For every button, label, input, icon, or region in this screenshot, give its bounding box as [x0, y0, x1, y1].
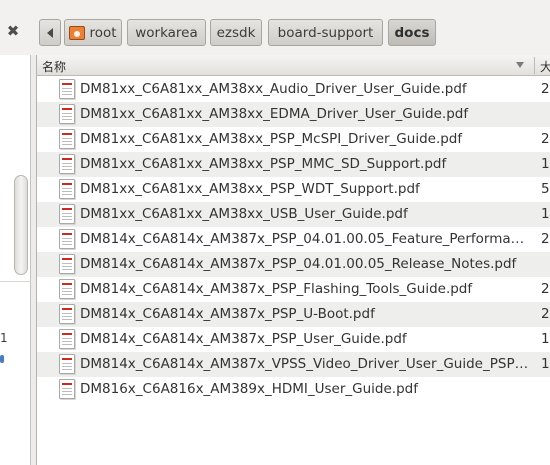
pdf-file-icon: [59, 104, 75, 124]
file-size: 1: [541, 331, 550, 347]
file-name: DM81xx_C6A81xx_AM38xx_USB_User_Guide.pdf: [80, 206, 408, 222]
pdf-file-icon: [59, 229, 75, 249]
file-name: DM81xx_C6A81xx_AM38xx_PSP_McSPI_Driver_G…: [80, 131, 463, 147]
file-row[interactable]: DM81xx_C6A81xx_AM38xx_PSP_MMC_SD_Support…: [37, 152, 550, 177]
breadcrumb-label: root: [89, 24, 117, 41]
file-list: 名称 大 DM81xx_C6A81xx_AM38xx_Audio_Driver_…: [36, 55, 550, 465]
file-row[interactable]: DM81xx_C6A81xx_AM38xx_USB_User_Guide.pdf…: [37, 202, 550, 227]
column-separator[interactable]: [534, 57, 535, 74]
file-size: 2: [541, 231, 550, 247]
pdf-file-icon: [59, 129, 75, 149]
sidebar-partial-text: 1: [0, 331, 8, 345]
file-name: DM814x_C6A814x_AM387x_PSP_Flashing_Tools…: [80, 281, 473, 297]
file-size: 1: [541, 206, 550, 222]
file-rows: DM81xx_C6A81xx_AM38xx_Audio_Driver_User_…: [37, 77, 550, 402]
sidebar-indicator: [0, 355, 4, 363]
file-row[interactable]: DM816x_C6A816x_AM389x_HDMI_User_Guide.pd…: [37, 377, 550, 402]
file-row[interactable]: DM814x_C6A814x_AM387x_PSP_U-Boot.pdf 2: [37, 302, 550, 327]
column-name-header[interactable]: 名称: [42, 58, 66, 75]
pdf-file-icon: [59, 254, 75, 274]
column-size-header[interactable]: 大: [540, 58, 550, 75]
breadcrumb-workarea[interactable]: workarea: [127, 19, 206, 46]
file-name: DM81xx_C6A81xx_AM38xx_PSP_WDT_Support.pd…: [80, 181, 420, 197]
sidebar: 1: [0, 55, 31, 465]
file-name: DM814x_C6A814x_AM387x_PSP_U-Boot.pdf: [80, 306, 375, 322]
close-icon[interactable]: ✖: [3, 20, 23, 42]
file-name: DM814x_C6A814x_AM387x_PSP_User_Guide.pdf: [80, 331, 407, 347]
file-name: DM814x_C6A814x_AM387x_PSP_04.01.00.05_Re…: [80, 256, 517, 272]
sidebar-divider: [0, 281, 31, 282]
pdf-file-icon: [59, 304, 75, 324]
breadcrumb-label: board-support: [277, 24, 374, 41]
file-row[interactable]: DM814x_C6A814x_AM387x_PSP_Flashing_Tools…: [37, 277, 550, 302]
file-row[interactable]: DM81xx_C6A81xx_AM38xx_PSP_WDT_Support.pd…: [37, 177, 550, 202]
file-row[interactable]: DM814x_C6A814x_AM387x_PSP_User_Guide.pdf…: [37, 327, 550, 352]
file-size: 2: [541, 281, 550, 297]
breadcrumb-root[interactable]: root: [64, 19, 122, 46]
breadcrumb-label: docs: [394, 24, 430, 41]
file-row[interactable]: DM814x_C6A814x_AM387x_PSP_04.01.00.05_Re…: [37, 252, 550, 277]
file-row[interactable]: DM81xx_C6A81xx_AM38xx_PSP_McSPI_Driver_G…: [37, 127, 550, 152]
pdf-file-icon: [59, 204, 75, 224]
sidebar-scrollbar[interactable]: [14, 175, 28, 275]
arrow-left-icon: [47, 27, 53, 38]
file-row[interactable]: DM814x_C6A814x_AM387x_PSP_04.01.00.05_Fe…: [37, 227, 550, 252]
file-name: DM814x_C6A814x_AM387x_PSP_04.01.00.05_Fe…: [80, 231, 530, 247]
column-header: 名称 大: [37, 55, 550, 76]
file-size: 5: [541, 181, 550, 197]
location-toolbar: ✖ root workarea ezsdk board-support docs: [0, 0, 550, 55]
pdf-file-icon: [59, 354, 75, 374]
pdf-file-icon: [59, 329, 75, 349]
file-row[interactable]: DM81xx_C6A81xx_AM38xx_EDMA_Driver_User_G…: [37, 102, 550, 127]
file-name: DM81xx_C6A81xx_AM38xx_EDMA_Driver_User_G…: [80, 106, 469, 122]
pdf-file-icon: [59, 154, 75, 174]
file-name: DM814x_C6A814x_AM387x_VPSS_Video_Driver_…: [80, 356, 530, 372]
pdf-file-icon: [59, 279, 75, 299]
breadcrumb-label: workarea: [135, 24, 198, 41]
home-folder-icon: [69, 25, 86, 40]
file-size: 2: [541, 131, 550, 147]
file-row[interactable]: DM81xx_C6A81xx_AM38xx_Audio_Driver_User_…: [37, 77, 550, 102]
breadcrumb-label: ezsdk: [216, 24, 256, 41]
pdf-file-icon: [59, 179, 75, 199]
file-size: 1: [541, 156, 550, 172]
file-size: 2: [541, 81, 550, 97]
pdf-file-icon: [59, 379, 75, 399]
file-name: DM81xx_C6A81xx_AM38xx_Audio_Driver_User_…: [80, 81, 467, 97]
file-size: 10: [541, 356, 550, 372]
breadcrumb-ezsdk[interactable]: ezsdk: [210, 19, 262, 46]
file-name: DM81xx_C6A81xx_AM38xx_PSP_MMC_SD_Support…: [80, 156, 447, 172]
sort-descending-icon[interactable]: [516, 62, 524, 68]
path-back-button[interactable]: [39, 19, 61, 46]
breadcrumb-docs[interactable]: docs: [388, 19, 436, 46]
pdf-file-icon: [59, 79, 75, 99]
file-name: DM816x_C6A816x_AM389x_HDMI_User_Guide.pd…: [80, 381, 418, 397]
breadcrumb-board-support[interactable]: board-support: [268, 19, 383, 46]
file-size: 2: [541, 306, 550, 322]
file-row[interactable]: DM814x_C6A814x_AM387x_VPSS_Video_Driver_…: [37, 352, 550, 377]
